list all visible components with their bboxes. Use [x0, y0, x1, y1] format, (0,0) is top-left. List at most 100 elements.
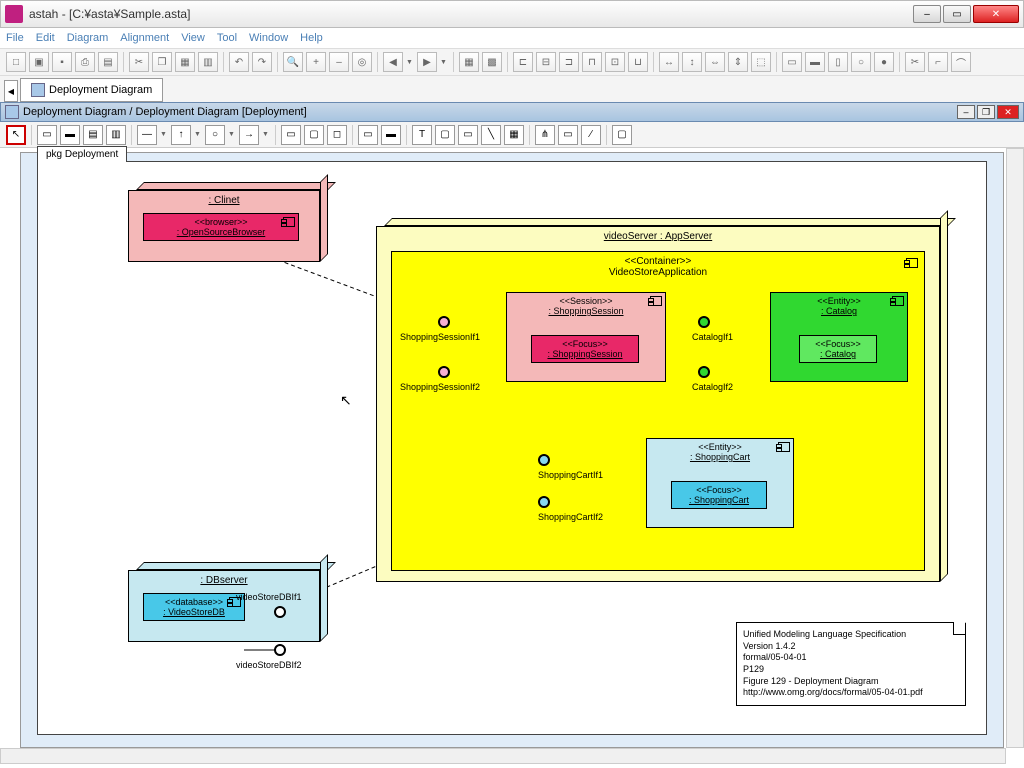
preview-icon[interactable]: ▤	[98, 52, 118, 72]
paste-icon[interactable]: ▦	[175, 52, 195, 72]
align-b-icon[interactable]: ⊔	[628, 52, 648, 72]
group2-icon[interactable]: ▬	[805, 52, 825, 72]
real-tool[interactable]: ○	[205, 125, 225, 145]
align-l-icon[interactable]: ⊏	[513, 52, 533, 72]
menu-edit[interactable]: Edit	[36, 32, 55, 44]
classifier-tool[interactable]: ▭	[281, 125, 301, 145]
component-tool[interactable]: ▤	[83, 125, 103, 145]
dot-icon[interactable]: ●	[874, 52, 894, 72]
cart-comp[interactable]: <<Entity>> : ShoppingCart <<Focus>> : Sh…	[646, 438, 794, 528]
redo-icon[interactable]: ↷	[252, 52, 272, 72]
line-tool[interactable]: ╲	[481, 125, 501, 145]
separator	[277, 52, 278, 72]
compinst-tool[interactable]: ▥	[106, 125, 126, 145]
container[interactable]: <<Container>> VideoStoreApplication <<Se…	[391, 251, 925, 571]
align-r-icon[interactable]: ⊐	[559, 52, 579, 72]
group3-icon[interactable]: ▯	[828, 52, 848, 72]
layout-icon[interactable]: ▦	[459, 52, 479, 72]
client-node[interactable]: : Clinet <<browser>> : OpenSourceBrowser	[128, 190, 320, 262]
align-c-icon[interactable]: ⊟	[536, 52, 556, 72]
session-focus: : ShoppingSession	[538, 349, 632, 359]
pkg2-tool[interactable]: ▬	[381, 125, 401, 145]
db-if2-port[interactable]	[274, 644, 286, 656]
session-if2-port[interactable]	[438, 366, 450, 378]
zoom100-icon[interactable]: 🔍	[283, 52, 303, 72]
text-tool[interactable]: T	[412, 125, 432, 145]
connector-tool[interactable]: ∕	[581, 125, 601, 145]
cut-icon[interactable]: ✂	[129, 52, 149, 72]
zoomout-icon[interactable]: –	[329, 52, 349, 72]
menu-view[interactable]: View	[181, 32, 205, 44]
session-if1-port[interactable]	[438, 316, 450, 328]
cart-if2-port[interactable]	[538, 496, 550, 508]
pkg1-tool[interactable]: ▭	[358, 125, 378, 145]
grid-icon[interactable]: ▩	[482, 52, 502, 72]
catalog-if1-port[interactable]	[698, 316, 710, 328]
zoomfit-icon[interactable]: ◎	[352, 52, 372, 72]
forward-icon[interactable]: ▶	[417, 52, 437, 72]
doc-minimize[interactable]: –	[957, 105, 975, 119]
zoomin-icon[interactable]: +	[306, 52, 326, 72]
menu-diagram[interactable]: Diagram	[67, 32, 109, 44]
diagram-canvas[interactable]: pkg Deployment ↖	[20, 152, 1004, 748]
dist-v-icon[interactable]: ↕	[682, 52, 702, 72]
nodeinst-tool[interactable]: ▬	[60, 125, 80, 145]
size-w-icon[interactable]: ⇔	[705, 52, 725, 72]
copy-icon[interactable]: ❐	[152, 52, 172, 72]
align-m-icon[interactable]: ⊡	[605, 52, 625, 72]
tool-b-icon[interactable]: ⌐	[928, 52, 948, 72]
artifact-tool[interactable]: ▢	[304, 125, 324, 145]
menu-help[interactable]: Help	[300, 32, 323, 44]
clipboard-icon[interactable]: ▥	[198, 52, 218, 72]
anchor-tool[interactable]: ⋔	[535, 125, 555, 145]
dep-tool[interactable]: →	[239, 125, 259, 145]
window-close[interactable]: ✕	[973, 5, 1019, 23]
tool-c-icon[interactable]: ⌒	[951, 52, 971, 72]
tab-deployment[interactable]: Deployment Diagram	[20, 78, 163, 102]
assoc-tool[interactable]: —	[137, 125, 157, 145]
print-icon[interactable]: ⎙	[75, 52, 95, 72]
appserver-node[interactable]: videoServer : AppServer <<Container>> Vi…	[376, 226, 940, 582]
doc-close[interactable]: ✕	[997, 105, 1019, 119]
note[interactable]: Unified Modeling Language Specification …	[736, 622, 966, 706]
size-icon[interactable]: ⬚	[751, 52, 771, 72]
select-tool[interactable]: ↖	[6, 125, 26, 145]
catalog-if2-port[interactable]	[698, 366, 710, 378]
undo-icon[interactable]: ↶	[229, 52, 249, 72]
align-t-icon[interactable]: ⊓	[582, 52, 602, 72]
session-comp[interactable]: <<Session>> : ShoppingSession <<Focus>> …	[506, 292, 666, 382]
size-h-icon[interactable]: ⇕	[728, 52, 748, 72]
tool-a-icon[interactable]: ✂	[905, 52, 925, 72]
highlight-tool[interactable]: ▭	[558, 125, 578, 145]
tab-label: Deployment Diagram	[49, 84, 152, 96]
open-icon[interactable]: ▣	[29, 52, 49, 72]
doc-restore[interactable]: ❐	[977, 105, 995, 119]
menu-alignment[interactable]: Alignment	[120, 32, 169, 44]
menu-window[interactable]: Window	[249, 32, 288, 44]
app-title: videoServer : AppServer	[385, 231, 931, 242]
image-tool[interactable]: ▦	[504, 125, 524, 145]
gen-tool[interactable]: ↑	[171, 125, 191, 145]
window-maximize[interactable]: ▭	[943, 5, 971, 23]
back-icon[interactable]: ◀	[383, 52, 403, 72]
rect-tool[interactable]: ▭	[458, 125, 478, 145]
menu-tool[interactable]: Tool	[217, 32, 237, 44]
dbserver-node[interactable]: : DBserver <<database>> : VideoStoreDB	[128, 570, 320, 642]
db-if1-port[interactable]	[274, 606, 286, 618]
save-icon[interactable]: ▪	[52, 52, 72, 72]
vertical-scrollbar[interactable]	[1006, 148, 1024, 748]
dist-h-icon[interactable]: ↔	[659, 52, 679, 72]
horizontal-scrollbar[interactable]	[0, 748, 1006, 764]
page-tool[interactable]: ▢	[612, 125, 632, 145]
group1-icon[interactable]: ▭	[782, 52, 802, 72]
window-minimize[interactable]: –	[913, 5, 941, 23]
cart-if1-port[interactable]	[538, 454, 550, 466]
note-tool[interactable]: ▢	[435, 125, 455, 145]
menu-file[interactable]: File	[6, 32, 24, 44]
tab-prev[interactable]: ◀	[4, 80, 18, 102]
circle-icon[interactable]: ○	[851, 52, 871, 72]
port-tool[interactable]: ◻	[327, 125, 347, 145]
catalog-comp[interactable]: <<Entity>> : Catalog <<Focus>> : Catalog	[770, 292, 908, 382]
new-icon[interactable]: □	[6, 52, 26, 72]
node-tool[interactable]: ▭	[37, 125, 57, 145]
